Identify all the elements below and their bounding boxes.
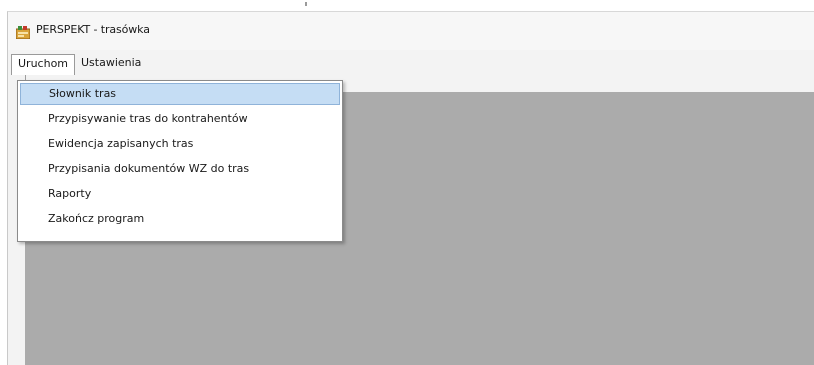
menu-bar: Uruchom Ustawienia [8,52,814,75]
menu-uruchom[interactable]: Uruchom [11,54,76,75]
title-bar[interactable]: PERSPEKT - trasówka [8,12,814,50]
desktop-strip [0,0,814,11]
menu-item-przypisywanie-tras[interactable]: Przypisywanie tras do kontrahentów [20,108,340,130]
menu-item-zakoncz-program[interactable]: Zakończ program [20,208,340,230]
menu-item-slownik-tras[interactable]: Słownik tras [20,83,340,105]
uruchom-dropdown-menu: Słownik tras Przypisywanie tras do kontr… [17,80,343,242]
menu-item-przypisania-wz[interactable]: Przypisania dokumentów WZ do tras [20,158,340,180]
app-icon [15,24,31,40]
window-title: PERSPEKT - trasówka [36,23,150,36]
screen: PERSPEKT - trasówka Uruchom Ustawienia S… [0,0,814,365]
resize-grip-mark [305,2,307,6]
menu-ustawienia[interactable]: Ustawienia [75,54,147,72]
menu-item-raporty[interactable]: Raporty [20,183,340,205]
menu-item-ewidencja-tras[interactable]: Ewidencja zapisanych tras [20,133,340,155]
